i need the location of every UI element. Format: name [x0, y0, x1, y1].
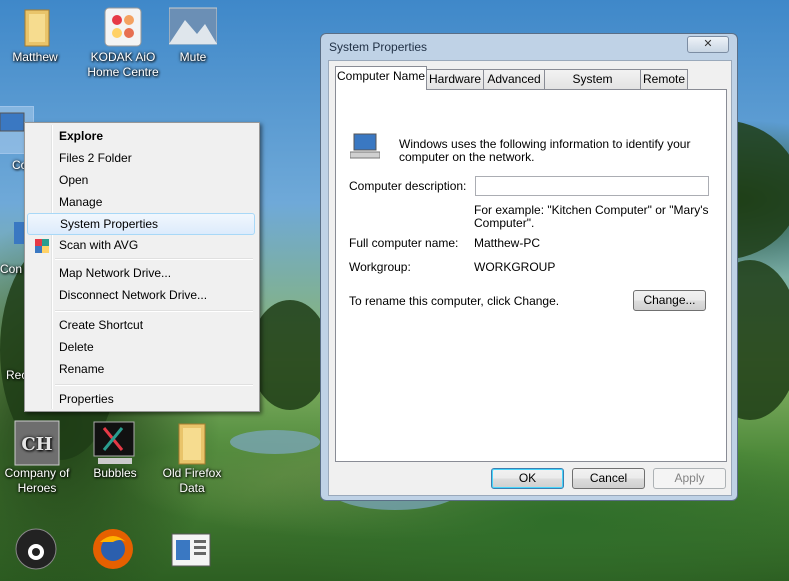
kodak-icon: [103, 6, 143, 47]
change-button[interactable]: Change...: [633, 290, 706, 311]
menu-item-rename[interactable]: Rename: [27, 358, 255, 380]
menu-item-label: Scan with AVG: [59, 238, 139, 252]
menu-item-open[interactable]: Open: [27, 169, 255, 191]
full-name-label: Full computer name:: [349, 236, 459, 250]
description-label: Computer description:: [349, 179, 467, 193]
dialog-client: Computer Name Hardware Advanced System P…: [328, 60, 732, 496]
folder-icon: [169, 420, 215, 466]
workgroup-value: WORKGROUP: [474, 260, 556, 274]
menu-separator: [55, 258, 253, 260]
desktop-icon-label: Old Firefox Data: [162, 466, 222, 495]
workgroup-label: Workgroup:: [349, 260, 411, 274]
bubbles-icon: [92, 420, 138, 466]
intro-text: Windows uses the following information t…: [399, 137, 691, 164]
desktop-icon-label: Matthew: [12, 50, 58, 64]
cancel-button[interactable]: Cancel: [572, 468, 645, 489]
steam-icon[interactable]: [15, 528, 57, 570]
menu-separator: [55, 384, 253, 386]
desktop-icon-label: Company of Heroes: [4, 466, 70, 495]
menu-item-scan-with-avg[interactable]: Scan with AVG: [27, 234, 255, 256]
ok-button[interactable]: OK: [491, 468, 564, 489]
desktop-icon-matthew[interactable]: Matthew: [0, 6, 75, 65]
menu-item-disconnect-network-drive[interactable]: Disconnect Network Drive...: [27, 284, 255, 306]
menu-item-map-network-drive[interactable]: Map Network Drive...: [27, 262, 255, 284]
menu-item-explore[interactable]: Explore: [27, 125, 255, 147]
system-properties-dialog: System Properties ✕ Computer Name Hardwa…: [320, 33, 738, 501]
desktop-icon-old-firefox-data[interactable]: Old Firefox Data: [152, 420, 232, 496]
menu-item-manage[interactable]: Manage: [27, 191, 255, 213]
desktop-icon-mute[interactable]: Mute: [153, 6, 233, 65]
close-button[interactable]: ✕: [687, 36, 729, 53]
menu-item-files-2-folder[interactable]: Files 2 Folder: [27, 147, 255, 169]
menu-item-properties[interactable]: Properties: [27, 388, 255, 410]
desktop-icon-label: Con: [0, 262, 23, 276]
rename-text: To rename this computer, click Change.: [349, 294, 560, 308]
menu-item-system-properties[interactable]: System Properties: [27, 213, 255, 235]
context-menu: Explore Files 2 Folder Open Manage Syste…: [24, 122, 260, 412]
tab-remote[interactable]: Remote: [640, 69, 688, 89]
tab-hardware[interactable]: Hardware: [426, 69, 484, 89]
folder-user-icon: [15, 6, 55, 47]
computer-icon: [349, 132, 381, 160]
desktop-icon-company-of-heroes[interactable]: CH Company of Heroes: [0, 420, 77, 496]
dialog-title: System Properties: [329, 40, 428, 54]
menu-item-delete[interactable]: Delete: [27, 336, 255, 358]
mountain-icon: [168, 6, 218, 46]
desktop-icon-label: Bubbles: [93, 466, 137, 480]
tab-system-protection[interactable]: System Protection: [544, 69, 641, 105]
full-name-value: Matthew-PC: [474, 236, 541, 250]
menu-separator: [55, 310, 253, 312]
close-icon: ✕: [703, 37, 713, 50]
svg-text:CH: CH: [21, 434, 52, 455]
computer-description-input[interactable]: [475, 176, 709, 196]
tab-advanced[interactable]: Advanced: [483, 69, 545, 89]
document-icon[interactable]: [170, 530, 212, 572]
avg-icon: [35, 238, 49, 253]
menu-item-create-shortcut[interactable]: Create Shortcut: [27, 314, 255, 336]
coh-icon: CH: [14, 420, 60, 466]
example-text: For example: "Kitchen Computer" or "Mary…: [474, 203, 709, 230]
desktop-icon-bubbles[interactable]: Bubbles: [75, 420, 155, 481]
apply-button[interactable]: Apply: [653, 468, 726, 489]
desktop-icon-label: Mute: [179, 50, 207, 64]
firefox-icon[interactable]: [92, 528, 134, 570]
tab-computer-name[interactable]: Computer Name: [335, 66, 427, 90]
desktop-icon-kodak[interactable]: KODAK AiO Home Centre: [83, 6, 163, 80]
desktop-icon-label: KODAK AiO Home Centre: [87, 50, 159, 79]
computer-name-pane: Windows uses the following information t…: [335, 89, 727, 462]
